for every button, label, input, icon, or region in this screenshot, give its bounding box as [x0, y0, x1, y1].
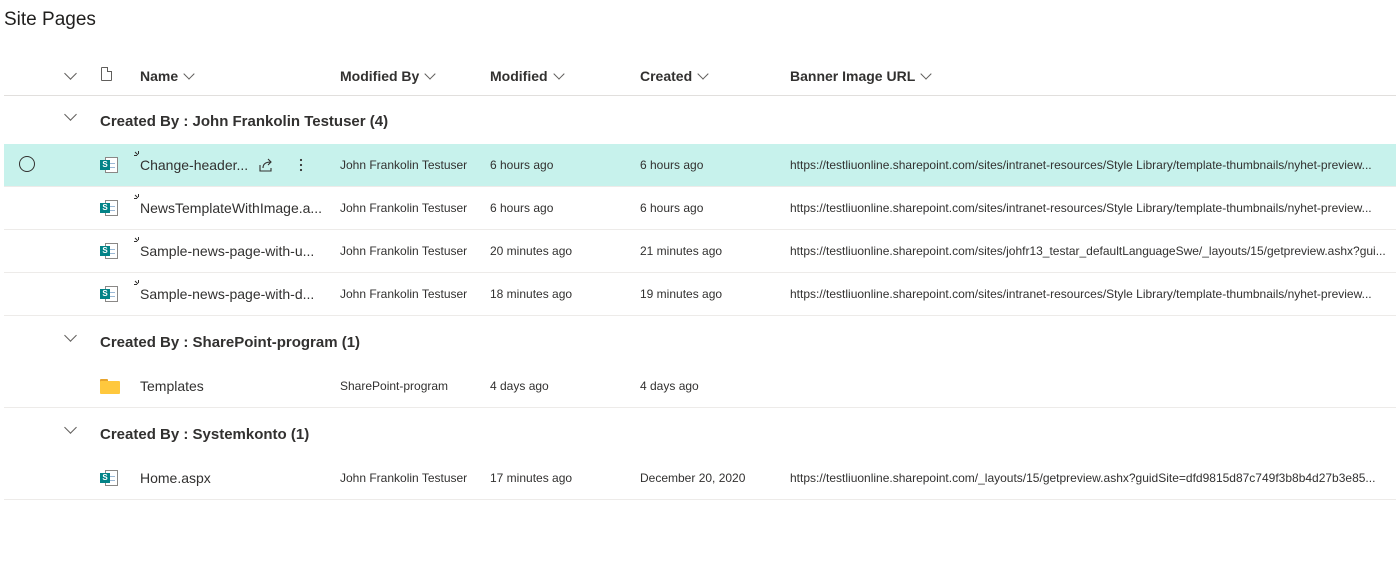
- modified-by-value[interactable]: John Frankolin Testuser: [340, 457, 480, 499]
- created-value: December 20, 2020: [640, 471, 746, 485]
- modified-value: 20 minutes ago: [490, 244, 573, 258]
- sharepoint-page-icon: S: [100, 157, 118, 173]
- chevron-down-icon: [920, 67, 932, 80]
- modified-value: 17 minutes ago: [490, 471, 573, 485]
- group-header[interactable]: Created By : John Frankolin Testuser (4): [4, 97, 1396, 144]
- chevron-down-icon[interactable]: [64, 108, 77, 121]
- column-header-created-label: Created: [640, 67, 693, 84]
- chevron-down-icon: [552, 67, 565, 80]
- chevron-down-icon: [697, 67, 709, 80]
- chevron-down-icon[interactable]: [64, 421, 77, 434]
- table-row[interactable]: S Home.aspx John Frankolin Testuser 17 m…: [4, 457, 1396, 500]
- folder-icon: [100, 379, 120, 394]
- banner-image-url-value[interactable]: https://testliuonline.sharepoint.com/sit…: [790, 144, 1390, 186]
- sharepoint-page-icon: S: [100, 286, 118, 302]
- created-value: 19 minutes ago: [640, 287, 723, 301]
- file-name-link[interactable]: Sample-news-page-with-d...: [140, 273, 330, 315]
- file-name-link[interactable]: Change-header...: [140, 144, 250, 186]
- modified-by-value[interactable]: John Frankolin Testuser: [340, 187, 480, 229]
- banner-image-url-value[interactable]: https://testliuonline.sharepoint.com/_la…: [790, 457, 1390, 499]
- table-row[interactable]: S Sample-news-page-with-u... John Franko…: [4, 230, 1396, 273]
- column-header-modified-label: Modified: [490, 67, 548, 84]
- chevron-down-icon: [183, 67, 195, 80]
- file-name-link[interactable]: NewsTemplateWithImage.a...: [140, 187, 330, 229]
- table-row[interactable]: S Sample-news-page-with-d... John Franko…: [4, 273, 1396, 316]
- created-value: 6 hours ago: [640, 158, 704, 172]
- more-options-icon[interactable]: [297, 157, 305, 173]
- modified-value: 6 hours ago: [490, 158, 554, 172]
- document-icon: [101, 66, 113, 81]
- column-header-name[interactable]: Name: [140, 56, 195, 95]
- modified-value: 18 minutes ago: [490, 287, 573, 301]
- modified-by-value[interactable]: SharePoint-program: [340, 365, 480, 407]
- sharepoint-page-icon: S: [100, 243, 118, 259]
- file-name-link[interactable]: Sample-news-page-with-u...: [140, 230, 330, 272]
- chevron-down-icon: [64, 67, 77, 80]
- group-label: Created By : Systemkonto (1): [100, 426, 310, 443]
- modified-value: 4 days ago: [490, 379, 549, 393]
- table-row[interactable]: S NewsTemplateWithImage.a... John Franko…: [4, 187, 1396, 230]
- column-header-created[interactable]: Created: [640, 56, 709, 95]
- share-icon[interactable]: [258, 157, 274, 173]
- group-header[interactable]: Created By : SharePoint-program (1): [4, 318, 1396, 365]
- column-header-banner-label: Banner Image URL: [790, 67, 916, 84]
- column-header-row: Name Modified By Modified Created Banner…: [4, 56, 1396, 96]
- page-title: Site Pages: [4, 9, 96, 30]
- banner-image-url-value: [790, 365, 1390, 407]
- expand-all-groups-toggle[interactable]: [64, 56, 77, 95]
- row-select-radio[interactable]: [19, 156, 35, 172]
- file-type-column-header[interactable]: [100, 56, 120, 95]
- modified-by-value[interactable]: John Frankolin Testuser: [340, 230, 480, 272]
- chevron-down-icon: [424, 67, 437, 80]
- modified-value: 6 hours ago: [490, 201, 554, 215]
- chevron-down-icon[interactable]: [64, 329, 77, 342]
- sharepoint-page-icon: S: [100, 470, 118, 486]
- folder-name-link[interactable]: Templates: [140, 365, 330, 407]
- sharepoint-page-icon: S: [100, 200, 118, 216]
- modified-by-value[interactable]: John Frankolin Testuser: [340, 273, 480, 315]
- column-header-name-label: Name: [140, 67, 179, 84]
- group-label: Created By : SharePoint-program (1): [100, 334, 361, 351]
- file-name-link[interactable]: Home.aspx: [140, 457, 330, 499]
- banner-image-url-value[interactable]: https://testliuonline.sharepoint.com/sit…: [790, 230, 1390, 272]
- table-row[interactable]: S Change-header... John Frankolin Testus…: [4, 144, 1396, 187]
- created-value: 21 minutes ago: [640, 244, 723, 258]
- banner-image-url-value[interactable]: https://testliuonline.sharepoint.com/sit…: [790, 273, 1390, 315]
- column-header-modified-by[interactable]: Modified By: [340, 56, 437, 95]
- group-label: Created By : John Frankolin Testuser (4): [100, 113, 389, 130]
- created-value: 6 hours ago: [640, 201, 704, 215]
- column-header-modified-by-label: Modified By: [340, 67, 420, 84]
- column-header-modified[interactable]: Modified: [490, 56, 565, 95]
- created-value: 4 days ago: [640, 379, 699, 393]
- site-pages-library: Site Pages Name Modified By Modified Cre…: [0, 0, 1396, 563]
- group-header[interactable]: Created By : Systemkonto (1): [4, 410, 1396, 457]
- column-header-banner-image-url[interactable]: Banner Image URL: [790, 56, 932, 95]
- table-row[interactable]: Templates SharePoint-program 4 days ago …: [4, 365, 1396, 408]
- modified-by-value[interactable]: John Frankolin Testuser: [340, 144, 480, 186]
- banner-image-url-value[interactable]: https://testliuonline.sharepoint.com/sit…: [790, 187, 1390, 229]
